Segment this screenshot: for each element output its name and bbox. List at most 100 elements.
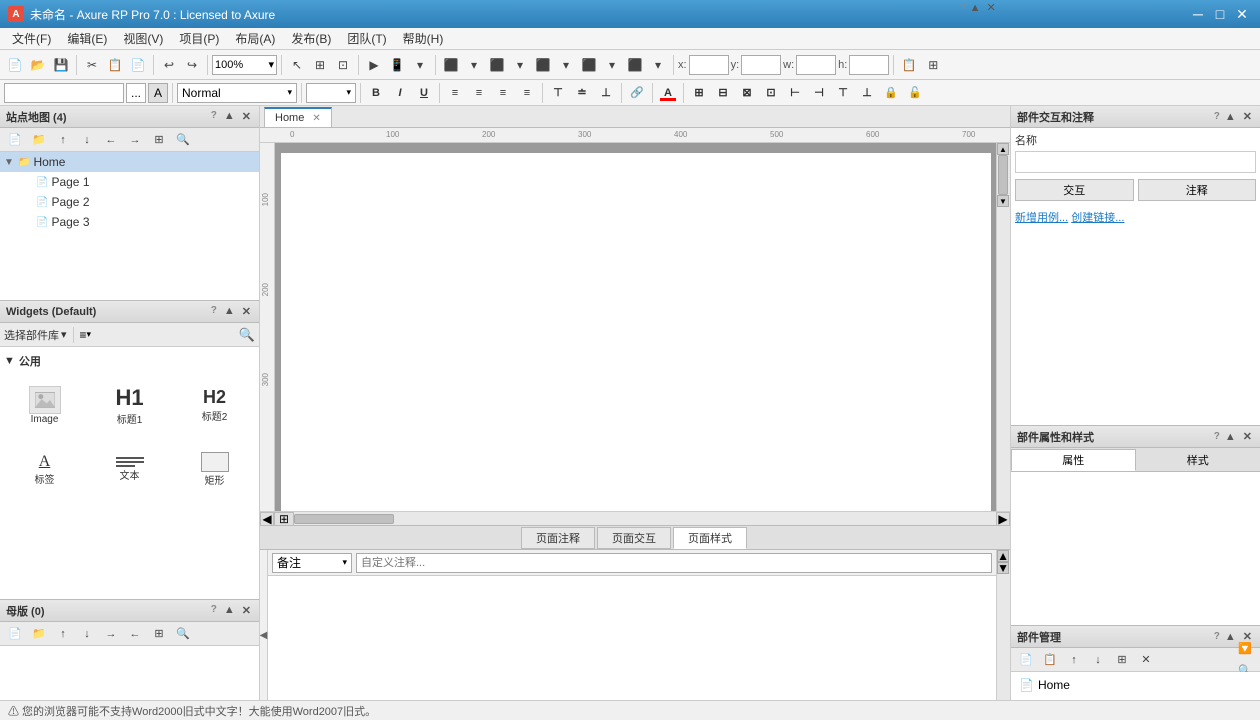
bottom-tab-notes[interactable]: 页面注释 [521, 527, 595, 549]
properties-close-icon[interactable]: ✕ [1241, 429, 1254, 444]
widget-text-a[interactable]: A 标签 [4, 439, 85, 499]
preview-mobile[interactable]: 📱 [386, 54, 408, 76]
sitemap-move-right[interactable]: → [124, 129, 146, 151]
style-select-combo[interactable]: Normal ▾ [177, 83, 297, 103]
interaction-create-link[interactable]: 创建链接... [1071, 212, 1124, 224]
copy-button[interactable]: 📋 [104, 54, 126, 76]
section-expand-icon[interactable]: ▼ [4, 355, 15, 367]
masters-search[interactable]: 🔍 [172, 623, 194, 645]
interaction-annotate-button[interactable]: 注释 [1138, 179, 1257, 201]
widgets-expand-icon[interactable]: ▲ [222, 304, 237, 319]
masters-new-button[interactable]: 📄 [4, 623, 26, 645]
menu-file[interactable]: 文件(F) [4, 28, 59, 49]
widget-style-more[interactable]: ⊡ [760, 83, 782, 103]
underline-button[interactable]: U [413, 83, 435, 103]
comp-down-button[interactable]: ↓ [1087, 649, 1109, 671]
group-button[interactable]: ⬛ [578, 54, 600, 76]
menu-edit[interactable]: 编辑(E) [59, 28, 115, 49]
lock-button[interactable]: ⬛ [624, 54, 646, 76]
widgets-library-select[interactable]: 选择部件库 ▾ [4, 327, 67, 343]
sitemap-help-icon[interactable]: ? [209, 109, 219, 124]
scrollbar-down-button[interactable]: ▼ [997, 195, 1009, 207]
bottom-close-icon[interactable]: ✕ [984, 0, 997, 15]
widgets-search-button[interactable]: 🔍 [239, 327, 255, 343]
scrollbar-track[interactable] [997, 155, 1010, 195]
widget-h1[interactable]: H1 标题1 [89, 375, 170, 435]
canvas-surface[interactable] [281, 153, 991, 511]
masters-close-icon[interactable]: ✕ [240, 603, 253, 618]
order-dropdown[interactable]: ▾ [555, 54, 577, 76]
menu-publish[interactable]: 发布(B) [283, 28, 339, 49]
masters-new-folder[interactable]: 📁 [28, 623, 50, 645]
page-notes-button[interactable]: 📋 [898, 54, 920, 76]
redo-button[interactable]: ↪ [181, 54, 203, 76]
interaction-name-input[interactable] [1015, 151, 1256, 173]
sitemap-item-page1[interactable]: 📄 Page 1 [0, 172, 259, 192]
font-size-button[interactable]: A [148, 83, 168, 103]
sitemap-expand-icon[interactable]: ▲ [222, 109, 237, 124]
paste-button[interactable]: 📄 [127, 54, 149, 76]
masters-expand-icon[interactable]: ▲ [222, 603, 237, 618]
widget-rect[interactable]: 矩形 [174, 439, 255, 499]
widget-style-paste[interactable]: ⊟ [712, 83, 734, 103]
maximize-button[interactable]: □ [1210, 4, 1230, 24]
comp-include[interactable]: ⊞ [1111, 649, 1133, 671]
link-button[interactable]: 🔗 [626, 83, 648, 103]
masters-duplicate[interactable]: ⊞ [148, 623, 170, 645]
scroll-left-button[interactable]: ◀ [260, 512, 274, 526]
font-name-input[interactable] [4, 83, 124, 103]
interaction-add-case[interactable]: 新增用例... [1015, 212, 1068, 224]
comp-copy-button[interactable]: 📋 [1039, 649, 1061, 671]
masters-up-button[interactable]: ↑ [52, 623, 74, 645]
sitemap-move-down[interactable]: ↓ [76, 129, 98, 151]
sitemap-item-page2[interactable]: 📄 Page 2 [0, 192, 259, 212]
interaction-expand-icon[interactable]: ▲ [1223, 110, 1238, 124]
widget-image[interactable]: Image [4, 375, 85, 435]
minimize-button[interactable]: ─ [1188, 4, 1208, 24]
align-dropdown[interactable]: ▾ [463, 54, 485, 76]
align-left-text[interactable]: ≡ [444, 83, 466, 103]
sitemap-close-icon[interactable]: ✕ [240, 109, 253, 124]
scrollbar-up-button[interactable]: ▲ [997, 143, 1009, 155]
widget-style-lock[interactable]: 🔒 [880, 83, 902, 103]
masters-exclude[interactable]: ← [124, 623, 146, 645]
canvas-tab-home-close[interactable]: ✕ [312, 113, 320, 124]
close-button[interactable]: ✕ [1232, 4, 1252, 24]
widgets-menu-button[interactable]: ≡ ▾ [80, 328, 92, 342]
interaction-help-icon[interactable]: ? [1214, 111, 1220, 122]
undo-button[interactable]: ↩ [158, 54, 180, 76]
widget-h2[interactable]: H2 标题2 [174, 375, 255, 435]
menu-help[interactable]: 帮助(H) [395, 28, 452, 49]
preview-options[interactable]: ▾ [409, 54, 431, 76]
distribute-dropdown[interactable]: ▾ [509, 54, 531, 76]
bold-button[interactable]: B [365, 83, 387, 103]
text-valign-mid[interactable]: ≐ [571, 83, 593, 103]
zoom-combo[interactable]: 100% ▾ [212, 55, 277, 75]
sitemap-move-up[interactable]: ↑ [52, 129, 74, 151]
bottom-expand-icon[interactable]: ▲ [968, 1, 983, 15]
crop-button[interactable]: ⊡ [332, 54, 354, 76]
component-help-icon[interactable]: ? [1214, 631, 1220, 642]
comp-item-home[interactable]: 📄 Home [1015, 676, 1256, 694]
size-h-input[interactable] [849, 55, 889, 75]
notes-scrollbar-down[interactable]: ▼ [997, 562, 1009, 574]
bottom-tab-interact[interactable]: 页面交互 [597, 527, 671, 549]
home-expand-icon[interactable]: ▼ [4, 157, 16, 168]
widget-style-x4[interactable]: ⊥ [856, 83, 878, 103]
canvas-main[interactable] [275, 143, 996, 511]
widget-style-x2[interactable]: ⊣ [808, 83, 830, 103]
canvas-tab-home[interactable]: Home ✕ [264, 107, 332, 127]
bottom-scrollbar[interactable]: ▲ ▼ [996, 550, 1010, 720]
widget-style-x3[interactable]: ⊤ [832, 83, 854, 103]
font-size-combo[interactable]: ▾ [306, 83, 356, 103]
cut-button[interactable]: ✂ [81, 54, 103, 76]
menu-team[interactable]: 团队(T) [339, 28, 394, 49]
comp-new-button[interactable]: 📄 [1015, 649, 1037, 671]
comp-delete[interactable]: ✕ [1135, 649, 1157, 671]
masters-help-icon[interactable]: ? [209, 603, 219, 618]
preview-button[interactable]: ▶ [363, 54, 385, 76]
more-button[interactable]: ⊞ [922, 54, 944, 76]
sitemap-move-left[interactable]: ← [100, 129, 122, 151]
properties-help-icon[interactable]: ? [1214, 431, 1220, 442]
masters-down-button[interactable]: ↓ [76, 623, 98, 645]
